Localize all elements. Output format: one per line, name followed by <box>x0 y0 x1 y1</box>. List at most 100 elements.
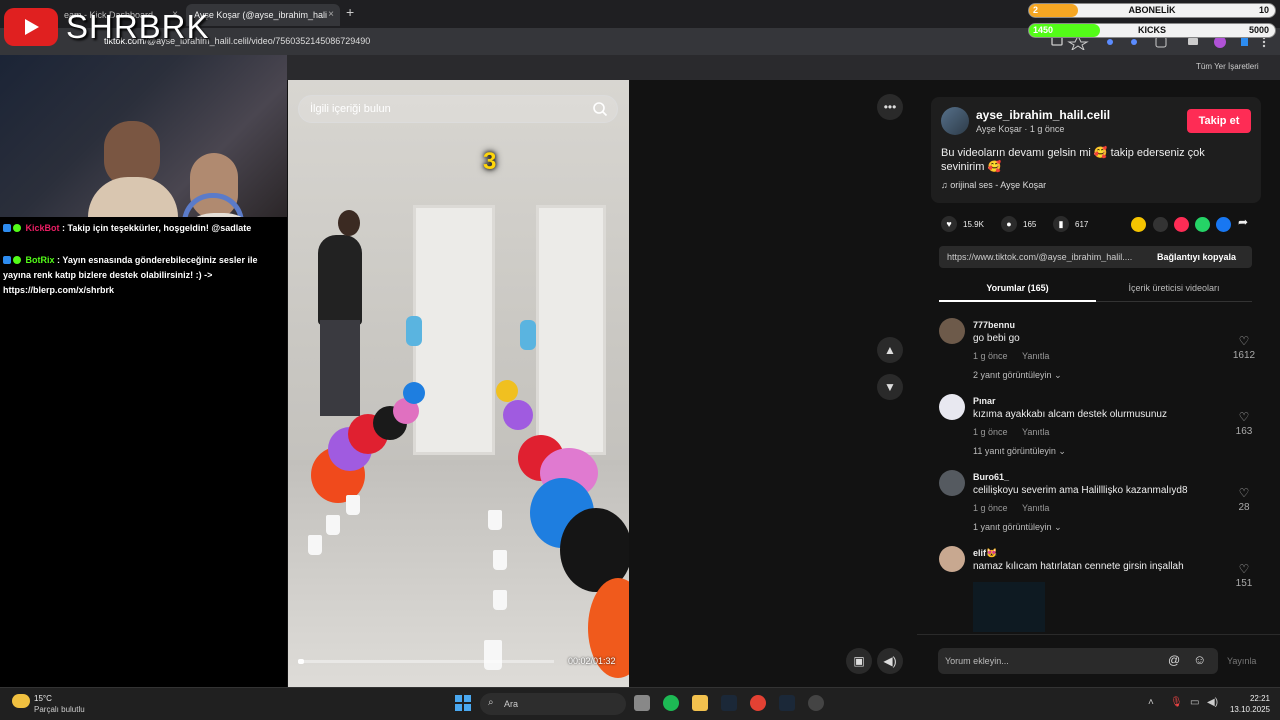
verified-badge-icon <box>13 224 21 232</box>
comment-username[interactable]: Pınar <box>973 396 996 406</box>
goal-target: 5000 <box>1248 25 1269 35</box>
whatsapp-icon[interactable] <box>1195 217 1210 232</box>
bookmark-icon[interactable]: ▮ <box>1053 216 1069 232</box>
like-icon[interactable]: ♥ <box>941 216 957 232</box>
music-link[interactable]: ♫ orijinal ses - Ayşe Koşar <box>941 180 1046 190</box>
volume-icon[interactable]: ◀) <box>1207 697 1218 708</box>
clock-time: 22:21 <box>1249 694 1270 703</box>
comment-like-count: 151 <box>1235 578 1253 589</box>
post-comment-button[interactable]: Yayınla <box>1227 656 1256 666</box>
copy-link-button[interactable]: Bağlantıyı kopyala <box>1157 252 1236 262</box>
reply-button[interactable]: Yanıtla <box>1022 427 1049 437</box>
comment-like-icon[interactable]: ♡ <box>1229 562 1259 576</box>
view-replies-label: 2 yanıt görüntüleyin <box>973 370 1052 380</box>
post-age: 1 g önce <box>1029 124 1065 134</box>
taskbar-search-label: Ara <box>504 699 519 709</box>
next-video-button[interactable]: ▼ <box>877 374 903 400</box>
streamer-brand: SHRBRK <box>66 8 210 45</box>
avatar[interactable] <box>939 470 965 496</box>
comment-age: 1 g önce <box>973 503 1008 513</box>
view-replies-button[interactable]: 2 yanıt görüntüleyin ⌄ <box>973 370 1062 381</box>
network-icon[interactable]: ▭ <box>1190 697 1199 708</box>
close-icon[interactable]: × <box>328 4 334 26</box>
video-progress-fill[interactable] <box>298 659 304 664</box>
picture-in-picture-icon[interactable]: ▣ <box>846 648 872 674</box>
bot-badge-icon <box>3 224 11 232</box>
comment-image[interactable] <box>973 582 1045 632</box>
comment-text: kızıma ayakkabı alcam destek olurmusunuz <box>973 409 1167 420</box>
save-count: 617 <box>1075 220 1089 229</box>
verified-badge-icon <box>13 256 21 264</box>
taskbar-clock[interactable]: 22:21 13.10.2025 <box>1226 693 1270 715</box>
avatar[interactable] <box>941 107 969 135</box>
search-icon[interactable] <box>592 101 608 117</box>
music-note-icon: ♫ <box>941 180 951 190</box>
comment-like-count: 1612 <box>1232 350 1256 361</box>
stream-chat: KickBot : Takip için teşekkürler, hoşgel… <box>0 217 287 687</box>
previous-video-button[interactable]: ▲ <box>877 337 903 363</box>
file-explorer-icon[interactable] <box>692 695 708 711</box>
view-replies-button[interactable]: 11 yanıt görüntüleyin ⌄ <box>973 446 1066 457</box>
comment-like-count: 28 <box>1238 502 1250 513</box>
view-replies-label: 1 yanıt görüntüleyin <box>973 522 1052 532</box>
send-icon[interactable] <box>1174 217 1189 232</box>
spotify-icon[interactable] <box>663 695 679 711</box>
post-author-line: Ayşe Koşar · 1 g önce <box>976 124 1064 134</box>
facebook-icon[interactable] <box>1216 217 1231 232</box>
windows-start-icon[interactable] <box>455 695 471 711</box>
steam-icon[interactable] <box>779 695 795 711</box>
comment-username[interactable]: 777bennu <box>973 320 1015 330</box>
reply-button[interactable]: Yanıtla <box>1022 351 1049 361</box>
webcam-feed <box>0 55 287 217</box>
goal-name: ABONELİK <box>1128 5 1176 15</box>
post-username[interactable]: ayse_ibrahim_halil.celil <box>976 108 1110 122</box>
avatar[interactable] <box>939 318 965 344</box>
goal-name: KICKS <box>1137 25 1166 35</box>
video-progress-track[interactable] <box>298 660 554 663</box>
tab-comments[interactable]: Yorumlar (165) <box>939 278 1096 302</box>
share-arrow-icon[interactable]: ➦ <box>1238 215 1248 229</box>
weather-description[interactable]: Parçalı bulutlu <box>34 705 85 714</box>
post-author[interactable]: Ayşe Koşar <box>976 124 1022 134</box>
chrome-icon[interactable] <box>750 695 766 711</box>
comment-age: 1 g önce <box>973 351 1008 361</box>
weather-temperature[interactable]: 15°C <box>34 694 52 703</box>
search-placeholder: İlgili içeriği bulun <box>310 103 391 115</box>
subscription-goal-bar: 2 ABONELİK 10 <box>1028 3 1276 18</box>
new-tab-button[interactable]: + <box>346 4 354 20</box>
microphone-icon[interactable]: 🎙 <box>1170 697 1183 708</box>
steam-icon[interactable] <box>721 695 737 711</box>
mention-icon[interactable]: @ <box>1168 653 1180 667</box>
comment-count: 165 <box>1023 220 1037 229</box>
follow-button[interactable]: Takip et <box>1187 109 1251 133</box>
video-player[interactable] <box>288 80 629 687</box>
comment-like-icon[interactable]: ♡ <box>1229 410 1259 424</box>
chevron-up-icon[interactable]: ˄ <box>1148 697 1154 708</box>
comment-like-icon[interactable]: ♡ <box>1229 486 1259 500</box>
chat-message: BotRix : Yayın esnasında gönderebileceği… <box>3 253 283 298</box>
tab-creator-videos[interactable]: İçerik üreticisi videoları <box>1096 278 1252 302</box>
taskbar-search[interactable] <box>480 693 626 715</box>
view-replies-button[interactable]: 1 yanıt görüntüleyin ⌄ <box>973 522 1062 533</box>
avatar[interactable] <box>939 394 965 420</box>
all-bookmarks-link[interactable]: Tüm Yer İşaretleri <box>1196 62 1259 71</box>
weather-cloud-icon[interactable] <box>12 694 30 708</box>
comment-username[interactable]: Buro61_ <box>973 472 1009 482</box>
more-options-icon[interactable]: ••• <box>877 94 903 120</box>
task-view-icon[interactable] <box>634 695 650 711</box>
app-icon[interactable] <box>808 695 824 711</box>
share-gift-icon[interactable] <box>1131 217 1146 232</box>
emoji-icon[interactable]: ☺ <box>1193 652 1206 667</box>
avatar[interactable] <box>939 546 965 572</box>
comment-like-icon[interactable]: ♡ <box>1229 334 1259 348</box>
comment-username[interactable]: elif😻 <box>973 548 997 559</box>
comment-icon[interactable]: ● <box>1001 216 1017 232</box>
comment-placeholder: Yorum ekleyin... <box>945 656 1009 666</box>
volume-icon[interactable]: ◀) <box>877 648 903 674</box>
embed-icon[interactable] <box>1153 217 1168 232</box>
comment-text: celilişkoyu severim ama Halilllişko kaza… <box>973 485 1188 496</box>
reply-button[interactable]: Yanıtla <box>1022 503 1049 513</box>
video-link[interactable]: https://www.tiktok.com/@ayse_ibrahim_hal… <box>947 252 1147 262</box>
search-icon: ⌕ <box>488 697 494 708</box>
bot-badge-icon <box>3 256 11 264</box>
